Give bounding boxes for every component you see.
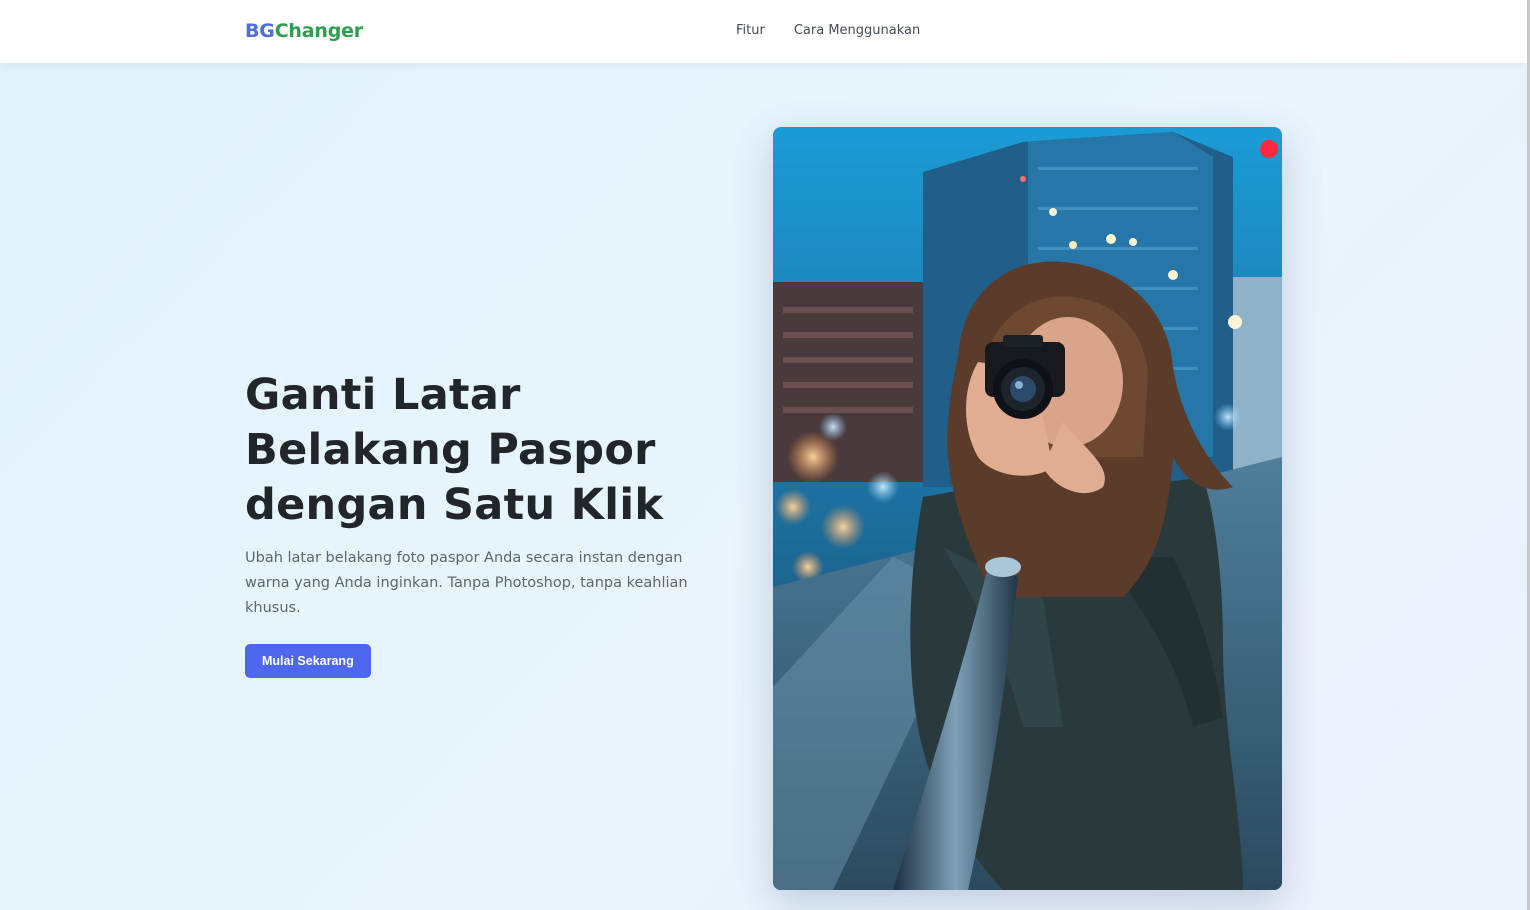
nav-link-cara-menggunakan[interactable]: Cara Menggunakan bbox=[794, 23, 920, 38]
brand-suffix: Changer bbox=[274, 20, 363, 42]
brand-logo[interactable]: BGChanger bbox=[245, 20, 363, 42]
landing-page: BGChanger Fitur Cara Menggunakan Ganti L… bbox=[0, 0, 1530, 910]
nav-links: Fitur Cara Menggunakan bbox=[736, 23, 920, 38]
hero-description: Ubah latar belakang foto paspor Anda sec… bbox=[245, 550, 688, 616]
top-navbar: BGChanger Fitur Cara Menggunakan bbox=[0, 0, 1527, 63]
hero-section: Ganti Latar Belakang Paspor dengan Satu … bbox=[245, 368, 745, 678]
photographer-illustration bbox=[773, 127, 1282, 890]
hero-photo bbox=[773, 127, 1282, 890]
hero-title: Ganti Latar Belakang Paspor dengan Satu … bbox=[245, 370, 664, 530]
nav-link-fitur[interactable]: Fitur bbox=[736, 23, 765, 38]
start-now-button[interactable]: Mulai Sekarang bbox=[245, 644, 371, 678]
brand-prefix: BG bbox=[245, 20, 275, 42]
